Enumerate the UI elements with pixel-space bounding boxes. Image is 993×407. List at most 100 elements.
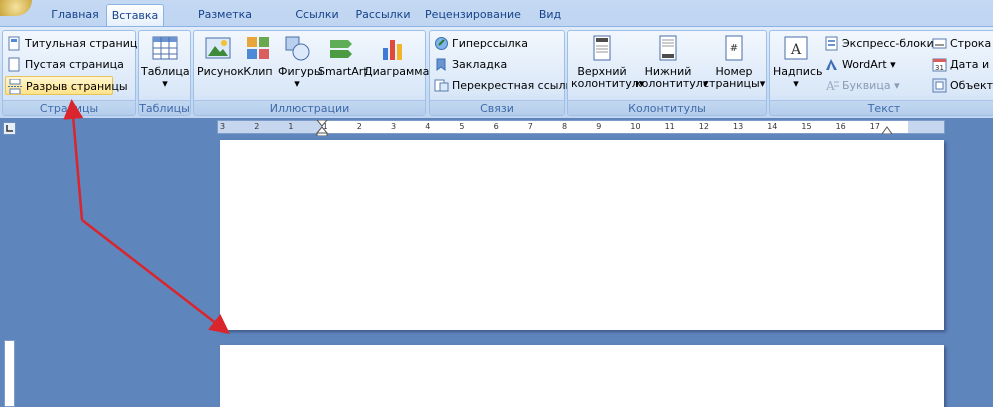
page-number-button[interactable]: # Номер страницы▾	[703, 34, 765, 90]
ruler-tick-label: 3	[220, 122, 226, 131]
ruler-tick-label: 11	[664, 122, 675, 131]
document-page-1[interactable]	[220, 140, 944, 330]
smartart-label: SmartArt	[318, 65, 368, 78]
document-page-2[interactable]	[220, 345, 944, 407]
chart-icon	[383, 40, 402, 60]
cross-reference-icon	[434, 79, 449, 92]
footer-label-2: колонтитул	[635, 77, 703, 90]
drop-cap-button[interactable]: A Буквица ▾	[822, 76, 900, 95]
table-icon	[152, 36, 178, 60]
ribbon-tabs: Главная Вставка Разметка страницы Ссылки…	[0, 0, 993, 43]
object-label: Объект	[950, 79, 993, 92]
page-number-icon: #	[725, 35, 743, 61]
ruler-tick-label: 3	[391, 122, 397, 131]
clip-label: Клип	[243, 65, 273, 78]
tab-mailings[interactable]: Рассылки	[352, 4, 414, 26]
header-icon	[593, 35, 611, 61]
group-tables-label: Таблицы	[139, 100, 190, 115]
cover-page-icon	[8, 36, 20, 51]
tab-insert[interactable]: Вставка	[106, 4, 164, 26]
right-indent-marker-icon[interactable]	[882, 126, 892, 134]
cross-reference-button[interactable]: Перекрестная ссылка	[432, 76, 579, 95]
ruler-tick-label: 4	[425, 122, 431, 131]
ruler-tick-label: 9	[596, 122, 602, 131]
bookmark-button[interactable]: Закладка	[432, 55, 507, 74]
indent-marker-icon[interactable]	[316, 120, 328, 136]
group-text-label: Текст	[770, 100, 993, 115]
date-time-button[interactable]: 31 Дата и вр	[930, 55, 993, 74]
shapes-button[interactable]: Фигуры ▾	[278, 34, 323, 90]
arrow-to-page-gap	[81, 219, 230, 335]
footer-icon	[659, 35, 677, 61]
ruler-tick-label: 6	[493, 122, 499, 131]
signature-line-button[interactable]: Строка п	[930, 34, 993, 53]
group-links: Гиперссылка Закладка Перекрестная ссылка…	[429, 30, 579, 116]
hyperlink-label: Гиперссылка	[452, 37, 528, 50]
shapes-label: Фигуры	[278, 65, 323, 78]
smartart-button[interactable]: SmartArt	[318, 34, 368, 78]
svg-text:31: 31	[935, 64, 944, 72]
textbox-icon: A	[784, 36, 808, 60]
group-headers-footers: Верхний колонтитул▾ Нижний колонтитул▾ # Н…	[567, 30, 767, 116]
picture-label: Рисунок	[197, 65, 244, 78]
ruler-tick-label: 17	[869, 122, 880, 131]
shapes-dropdown-icon: ▾	[294, 77, 300, 90]
tab-review[interactable]: Рецензирование	[424, 4, 522, 26]
bookmark-label: Закладка	[452, 58, 508, 71]
ruler-tick-label: 12	[698, 122, 709, 131]
drop-cap-label: Буквица	[842, 79, 891, 92]
ruler-tick-label: 5	[459, 122, 465, 131]
hyperlink-button[interactable]: Гиперссылка	[432, 34, 528, 53]
ruler-tick-label: 2	[254, 122, 260, 131]
tab-page-layout[interactable]: Разметка страницы	[170, 4, 280, 43]
chart-button[interactable]: Диаграмма	[364, 34, 429, 78]
quick-parts-label: Экспресс-блоки	[842, 37, 934, 50]
ruler-tick-label: 15	[801, 122, 812, 131]
cover-page-label: Титульная страница	[25, 37, 145, 50]
table-button[interactable]: Таблица ▾	[141, 34, 190, 90]
ruler-tick-label: 8	[562, 122, 568, 131]
tab-view[interactable]: Вид	[532, 4, 568, 26]
object-button[interactable]: Объект ▾	[930, 76, 993, 95]
cover-page-button[interactable]: Титульная страница ▾	[5, 34, 153, 53]
vertical-ruler[interactable]	[3, 140, 16, 407]
chart-label: Диаграмма	[364, 65, 430, 78]
ruler-tick-label: 7	[527, 122, 533, 131]
ruler-tick-label: 10	[630, 122, 641, 131]
group-headers-footers-label: Колонтитулы	[568, 100, 766, 115]
page-break-icon	[8, 79, 23, 94]
smartart-icon	[330, 40, 352, 58]
footer-button[interactable]: Нижний колонтитул▾	[635, 34, 708, 90]
shapes-icon	[285, 36, 310, 61]
wordart-dropdown-icon: ▾	[890, 58, 896, 71]
quick-parts-icon	[825, 36, 838, 51]
tab-home[interactable]: Главная	[42, 4, 108, 26]
tab-selector-button[interactable]	[3, 122, 16, 135]
quick-parts-button[interactable]: Экспресс-блоки ▾	[822, 34, 943, 53]
office-button[interactable]	[0, 0, 32, 16]
drop-cap-dropdown-icon: ▾	[894, 79, 900, 92]
picture-icon	[205, 37, 231, 59]
clip-button[interactable]: Клип	[241, 34, 275, 78]
blank-page-button[interactable]: Пустая страница	[5, 55, 124, 74]
ruler-right-margin	[908, 121, 944, 133]
ruler-tick-label: 2	[356, 122, 362, 131]
group-pages: Титульная страница ▾ Пустая страница Раз…	[2, 30, 153, 116]
ruler-tick-label: 14	[767, 122, 778, 131]
page-break-button[interactable]: Разрыв страницы	[5, 76, 128, 95]
tab-references[interactable]: Ссылки	[290, 4, 344, 26]
svg-text:#: #	[730, 43, 738, 54]
header-button[interactable]: Верхний колонтитул▾	[571, 34, 644, 90]
calendar-icon: 31	[932, 58, 947, 72]
ruler-left-margin	[218, 121, 322, 133]
blank-page-label: Пустая страница	[25, 58, 124, 71]
horizontal-ruler[interactable]: 3 2 1 1 2 3 4 5 6 7 8 9 10 11 12 13 14 15 16 17	[217, 120, 945, 136]
vertical-ruler-strip	[4, 340, 15, 407]
wordart-button[interactable]: WordArt ▾	[822, 55, 896, 74]
wordart-label: WordArt	[842, 58, 887, 71]
picture-button[interactable]: Рисунок	[197, 34, 244, 78]
textbox-dropdown-icon: ▾	[793, 77, 799, 90]
blank-page-icon	[8, 57, 20, 72]
textbox-button[interactable]: A Надпись ▾	[773, 34, 823, 90]
ribbon: Титульная страница ▾ Пустая страница Раз…	[0, 26, 993, 118]
